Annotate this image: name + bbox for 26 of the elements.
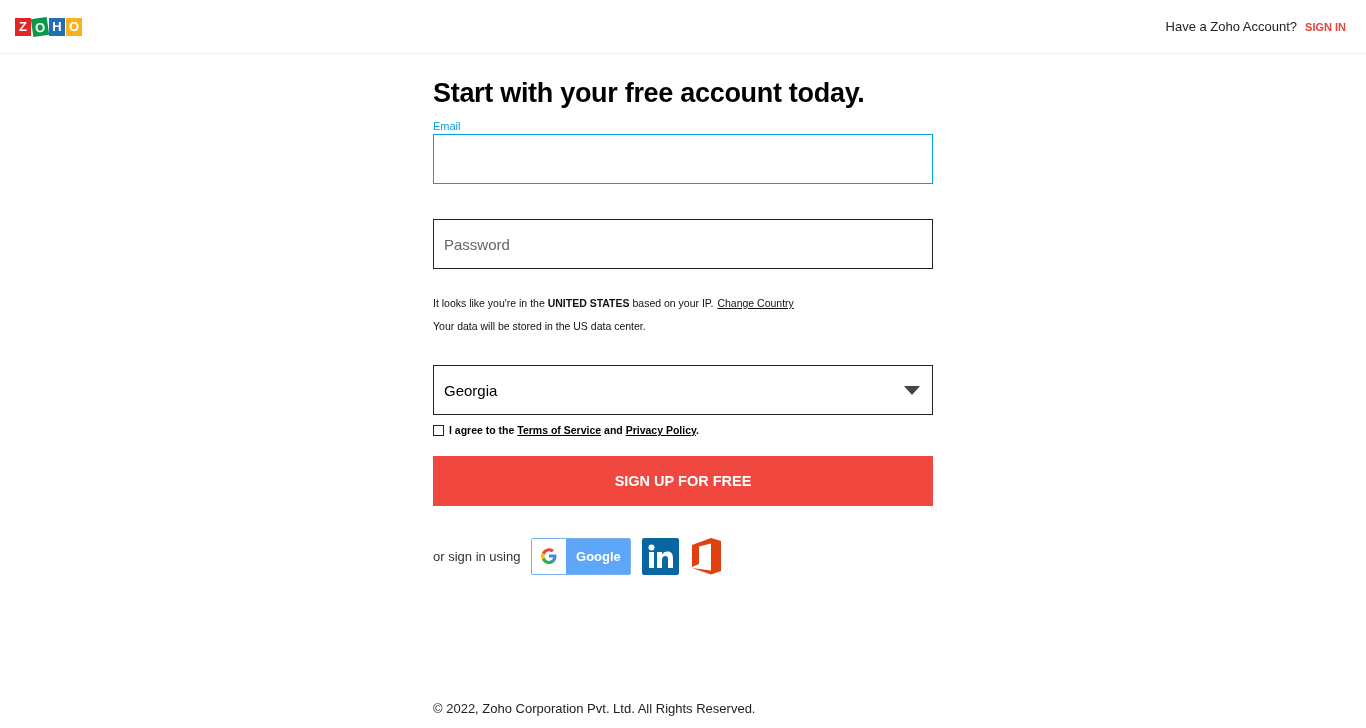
page-title: Start with your free account today.: [433, 78, 866, 109]
email-label: Email: [433, 120, 462, 134]
change-country-link[interactable]: Change Country: [717, 297, 794, 309]
linkedin-icon: [642, 537, 680, 575]
office-button[interactable]: [690, 537, 724, 575]
location-notice: It looks like you're in the UNITED STATES based on your IP. Change Country: [433, 296, 795, 310]
office-icon: [690, 537, 724, 575]
logo-tile: O: [66, 17, 82, 36]
account-prompt: Have a Zoho Account?: [1165, 19, 1298, 34]
country-select[interactable]: Georgia: [433, 365, 933, 415]
agreement-text: I agree to the Terms of Service and Privacy Policy.: [449, 424, 699, 436]
terms-link[interactable]: Terms of Service: [517, 424, 602, 436]
sign-up-button[interactable]: SIGN UP FOR FREE: [433, 456, 933, 506]
email-field[interactable]: [433, 134, 933, 184]
copyright-text: © 2022, Zoho Corporation Pvt. Ltd. All Rights Reserved.: [433, 701, 757, 716]
linkedin-button[interactable]: [642, 537, 680, 575]
caret-icon: [904, 385, 920, 395]
sign-in-link[interactable]: SIGN IN: [1305, 20, 1346, 33]
agree-checkbox[interactable]: [433, 424, 444, 436]
logo-tile: O: [30, 16, 50, 37]
data-center-notice: Your data will be stored in the US data center.: [433, 319, 647, 333]
google-icon: [540, 547, 559, 565]
logo-tile: H: [49, 17, 65, 36]
social-sign-in-label: or sign in using: [433, 548, 521, 564]
password-field[interactable]: Password: [433, 219, 933, 269]
logo-tile: Z: [15, 17, 31, 36]
